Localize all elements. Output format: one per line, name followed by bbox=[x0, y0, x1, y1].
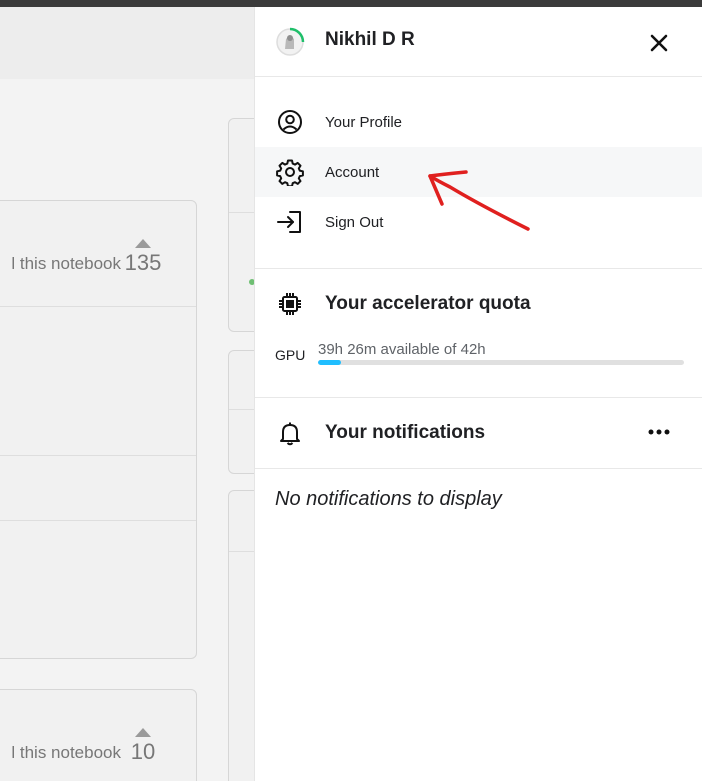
user-menu: Your Profile Account Sign Out bbox=[255, 97, 702, 247]
vote-counter: 135 bbox=[123, 239, 163, 276]
quota-availability-text: 39h 26m available of 42h bbox=[318, 341, 486, 358]
vote-count: 135 bbox=[124, 250, 162, 275]
upvote-icon bbox=[135, 728, 151, 737]
menu-item-label: Sign Out bbox=[325, 213, 384, 231]
background-topbar bbox=[0, 7, 254, 79]
background-side-card bbox=[228, 118, 254, 332]
empty-notifications-message: No notifications to display bbox=[275, 488, 502, 510]
notifications-title: Your notifications bbox=[325, 422, 486, 443]
divider bbox=[255, 268, 702, 269]
notebook-snippet: l this notebook bbox=[11, 743, 121, 762]
quota-title: Your accelerator quota bbox=[325, 293, 531, 314]
menu-item-label: Your Profile bbox=[325, 113, 402, 131]
window-top-edge bbox=[0, 0, 702, 7]
user-circle-icon bbox=[275, 107, 305, 137]
background-side-card bbox=[228, 350, 254, 474]
divider bbox=[229, 409, 254, 410]
user-menu-panel: Nikhil D R Your Profile Account Sign Out… bbox=[254, 7, 702, 781]
divider bbox=[255, 468, 702, 469]
menu-item-sign-out[interactable]: Sign Out bbox=[255, 197, 702, 247]
divider bbox=[229, 212, 254, 213]
background-side-card bbox=[228, 490, 254, 781]
bell-icon bbox=[275, 418, 305, 448]
user-name: Nikhil D R bbox=[325, 29, 415, 50]
avatar[interactable] bbox=[275, 27, 305, 57]
background-notebook-card: l this notebook 10 bbox=[0, 689, 197, 781]
panel-header: Nikhil D R bbox=[255, 7, 702, 77]
quota-progress-bar bbox=[318, 360, 684, 365]
divider bbox=[0, 455, 196, 456]
gear-icon bbox=[275, 157, 305, 187]
divider bbox=[0, 520, 196, 521]
divider bbox=[0, 306, 196, 307]
menu-item-your-profile[interactable]: Your Profile bbox=[255, 97, 702, 147]
background-notebook-card: l this notebook 135 bbox=[0, 200, 197, 659]
divider bbox=[229, 551, 254, 552]
menu-item-account[interactable]: Account bbox=[255, 147, 702, 197]
more-options-button[interactable] bbox=[645, 420, 673, 444]
quota-progress-fill bbox=[318, 360, 342, 365]
close-button[interactable] bbox=[645, 29, 673, 57]
upvote-icon bbox=[135, 239, 151, 248]
vote-counter: 10 bbox=[123, 728, 163, 765]
menu-item-label: Account bbox=[325, 163, 380, 181]
more-horizontal-icon bbox=[648, 429, 670, 435]
notebook-snippet: l this notebook bbox=[11, 254, 121, 273]
close-icon bbox=[650, 34, 668, 52]
vote-count: 10 bbox=[130, 739, 156, 764]
sign-out-icon bbox=[275, 207, 305, 237]
divider bbox=[255, 397, 702, 398]
background-page: l this notebook 135 l this notebook 10 bbox=[0, 0, 254, 781]
chip-icon bbox=[275, 289, 305, 319]
quota-resource-label: GPU bbox=[275, 347, 306, 363]
